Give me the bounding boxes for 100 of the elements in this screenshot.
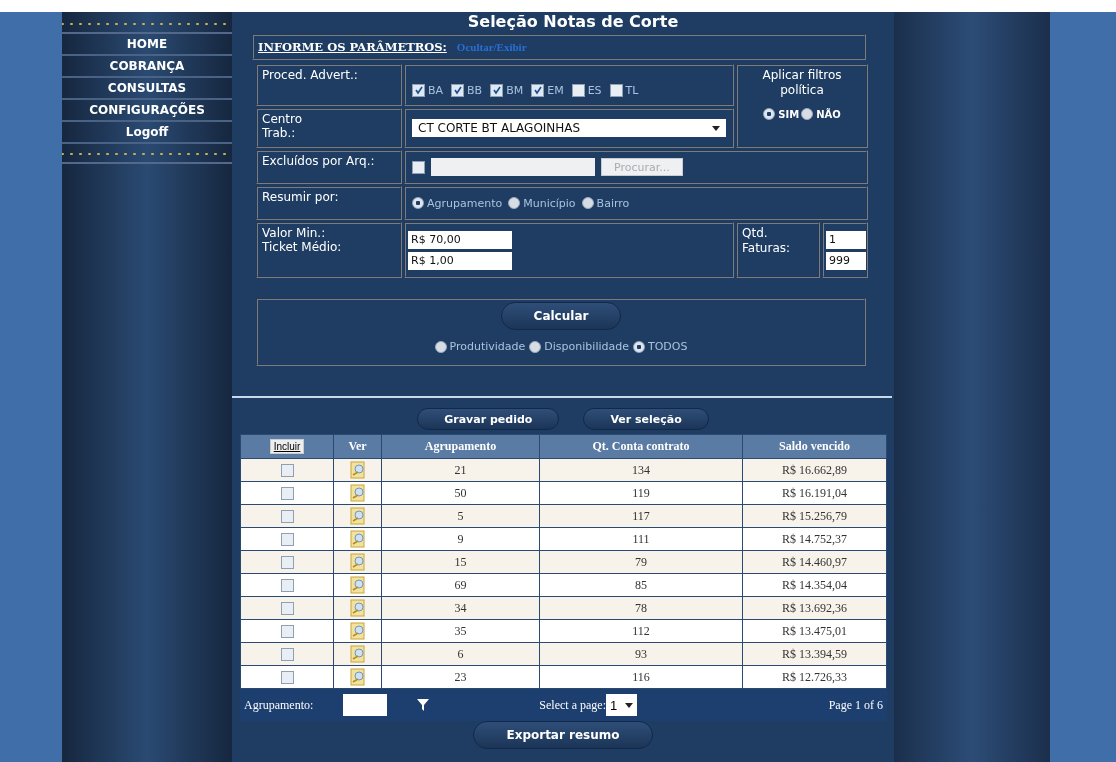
filter-field[interactable] bbox=[343, 694, 388, 716]
file-field[interactable] bbox=[431, 158, 595, 176]
radio-label: SIM bbox=[778, 108, 800, 120]
text-field[interactable]: R$ 70,00 bbox=[408, 230, 512, 249]
caret-icon bbox=[625, 702, 634, 708]
table-cell: 93 bbox=[539, 642, 743, 666]
text-field[interactable]: R$ 1,00 bbox=[408, 251, 512, 270]
field-label: Aplicar filtros política bbox=[761, 68, 843, 98]
page-dropdown[interactable]: 1 bbox=[605, 694, 638, 716]
table-cell: R$ 16.191,04 bbox=[742, 481, 887, 505]
field-label: Ticket Médio: bbox=[262, 240, 343, 254]
checkbox[interactable] bbox=[490, 83, 504, 97]
dropdown[interactable]: CT CORTE BT ALAGOINHAS bbox=[412, 119, 726, 137]
table-cell: R$ 13.692,36 bbox=[742, 596, 887, 620]
table-cell: R$ 12.726,33 bbox=[742, 665, 887, 689]
table-cell: R$ 13.475,01 bbox=[742, 619, 887, 643]
checkbox[interactable] bbox=[451, 83, 465, 97]
note-icon[interactable] bbox=[349, 553, 366, 571]
checkbox[interactable] bbox=[571, 83, 585, 97]
table-cell: R$ 16.662,89 bbox=[742, 458, 887, 482]
export-button[interactable]: Exportar resumo bbox=[473, 721, 653, 749]
table-cell: 111 bbox=[539, 527, 743, 551]
checkbox-label: EM bbox=[547, 83, 564, 97]
radio-button[interactable] bbox=[508, 197, 521, 209]
column-header: Ver bbox=[333, 434, 382, 459]
checkbox[interactable] bbox=[280, 463, 294, 477]
radio-button[interactable] bbox=[801, 108, 814, 120]
text-field[interactable]: 1 bbox=[826, 230, 866, 249]
note-icon[interactable] bbox=[349, 645, 366, 663]
checkbox-label: ES bbox=[587, 83, 602, 97]
column-header: Agrupamento bbox=[381, 434, 540, 459]
table-cell: 15 bbox=[381, 550, 540, 574]
table-cell: 5 bbox=[381, 504, 540, 528]
table-cell: R$ 15.256,79 bbox=[742, 504, 887, 528]
note-icon[interactable] bbox=[349, 668, 366, 686]
table-cell: 116 bbox=[539, 665, 743, 689]
checkbox-label: BM bbox=[506, 83, 524, 97]
action-button[interactable]: Ver seleção bbox=[583, 408, 709, 430]
checkbox-label: BA bbox=[428, 83, 444, 97]
action-button[interactable]: Gravar pedido bbox=[417, 408, 560, 430]
column-header: Qt. Conta contrato bbox=[539, 434, 743, 459]
radio-button[interactable] bbox=[581, 197, 594, 209]
text-field[interactable]: 999 bbox=[826, 251, 866, 270]
page-title: Seleção Notas de Corte bbox=[466, 12, 680, 33]
field-label: Valor Min.: bbox=[262, 226, 327, 240]
checkbox[interactable] bbox=[280, 670, 294, 684]
radio-label: TODOS bbox=[647, 340, 688, 353]
table-cell: 112 bbox=[539, 619, 743, 643]
checkbox[interactable] bbox=[280, 555, 294, 569]
checkbox[interactable] bbox=[412, 160, 425, 174]
table-cell: 119 bbox=[539, 481, 743, 505]
note-icon[interactable] bbox=[349, 484, 366, 502]
table-cell: 78 bbox=[539, 596, 743, 620]
note-icon[interactable] bbox=[349, 461, 366, 479]
radio-button[interactable] bbox=[632, 340, 645, 353]
checkbox[interactable] bbox=[280, 624, 294, 638]
include-button[interactable]: Incluir bbox=[269, 439, 305, 454]
table-cell: 117 bbox=[539, 504, 743, 528]
radio-label: Disponibilidade bbox=[544, 340, 629, 353]
table-cell: 9 bbox=[381, 527, 540, 551]
checkbox[interactable] bbox=[280, 578, 294, 592]
filter-icon[interactable] bbox=[417, 699, 430, 711]
radio-button[interactable] bbox=[434, 340, 447, 353]
table-cell: 134 bbox=[539, 458, 743, 482]
table-cell: 6 bbox=[381, 642, 540, 666]
table-cell: 50 bbox=[381, 481, 540, 505]
calculate-button[interactable]: Calcular bbox=[500, 302, 622, 330]
checkbox[interactable] bbox=[412, 83, 425, 97]
table-cell: 79 bbox=[539, 550, 743, 574]
column-header: Saldo vencido bbox=[742, 434, 887, 459]
filter-label: Agrupamento: bbox=[244, 697, 314, 713]
checkbox[interactable] bbox=[609, 83, 623, 97]
table-cell: 85 bbox=[539, 573, 743, 597]
note-icon[interactable] bbox=[349, 622, 366, 640]
table-cell: R$ 14.460,97 bbox=[742, 550, 887, 574]
radio-label: NÃO bbox=[816, 108, 841, 120]
note-icon[interactable] bbox=[349, 530, 366, 548]
checkbox[interactable] bbox=[280, 601, 294, 615]
radio-label: Município bbox=[523, 196, 576, 210]
section-heading: INFORME OS PARÂMETROS: bbox=[258, 40, 447, 54]
radio-button[interactable] bbox=[529, 340, 542, 353]
note-icon[interactable] bbox=[349, 576, 366, 594]
table-cell: 34 bbox=[381, 596, 540, 620]
table-cell: R$ 14.752,37 bbox=[742, 527, 887, 551]
checkbox[interactable] bbox=[280, 509, 294, 523]
checkbox[interactable] bbox=[280, 532, 294, 546]
caret-icon bbox=[712, 125, 720, 131]
checkbox[interactable] bbox=[280, 486, 294, 500]
note-icon[interactable] bbox=[349, 507, 366, 525]
checkbox[interactable] bbox=[280, 647, 294, 661]
table-cell: R$ 13.394,59 bbox=[742, 642, 887, 666]
note-icon[interactable] bbox=[349, 599, 366, 617]
table-cell: 69 bbox=[381, 573, 540, 597]
checkbox[interactable] bbox=[531, 83, 545, 97]
radio-button[interactable] bbox=[763, 108, 776, 120]
radio-button[interactable] bbox=[412, 197, 424, 209]
field-label: Proced. Advert.: bbox=[262, 68, 359, 82]
page-info: Page 1 of 6 bbox=[828, 697, 883, 713]
field-label: Resumir por: bbox=[262, 190, 340, 204]
table-cell: R$ 14.354,04 bbox=[742, 573, 887, 597]
